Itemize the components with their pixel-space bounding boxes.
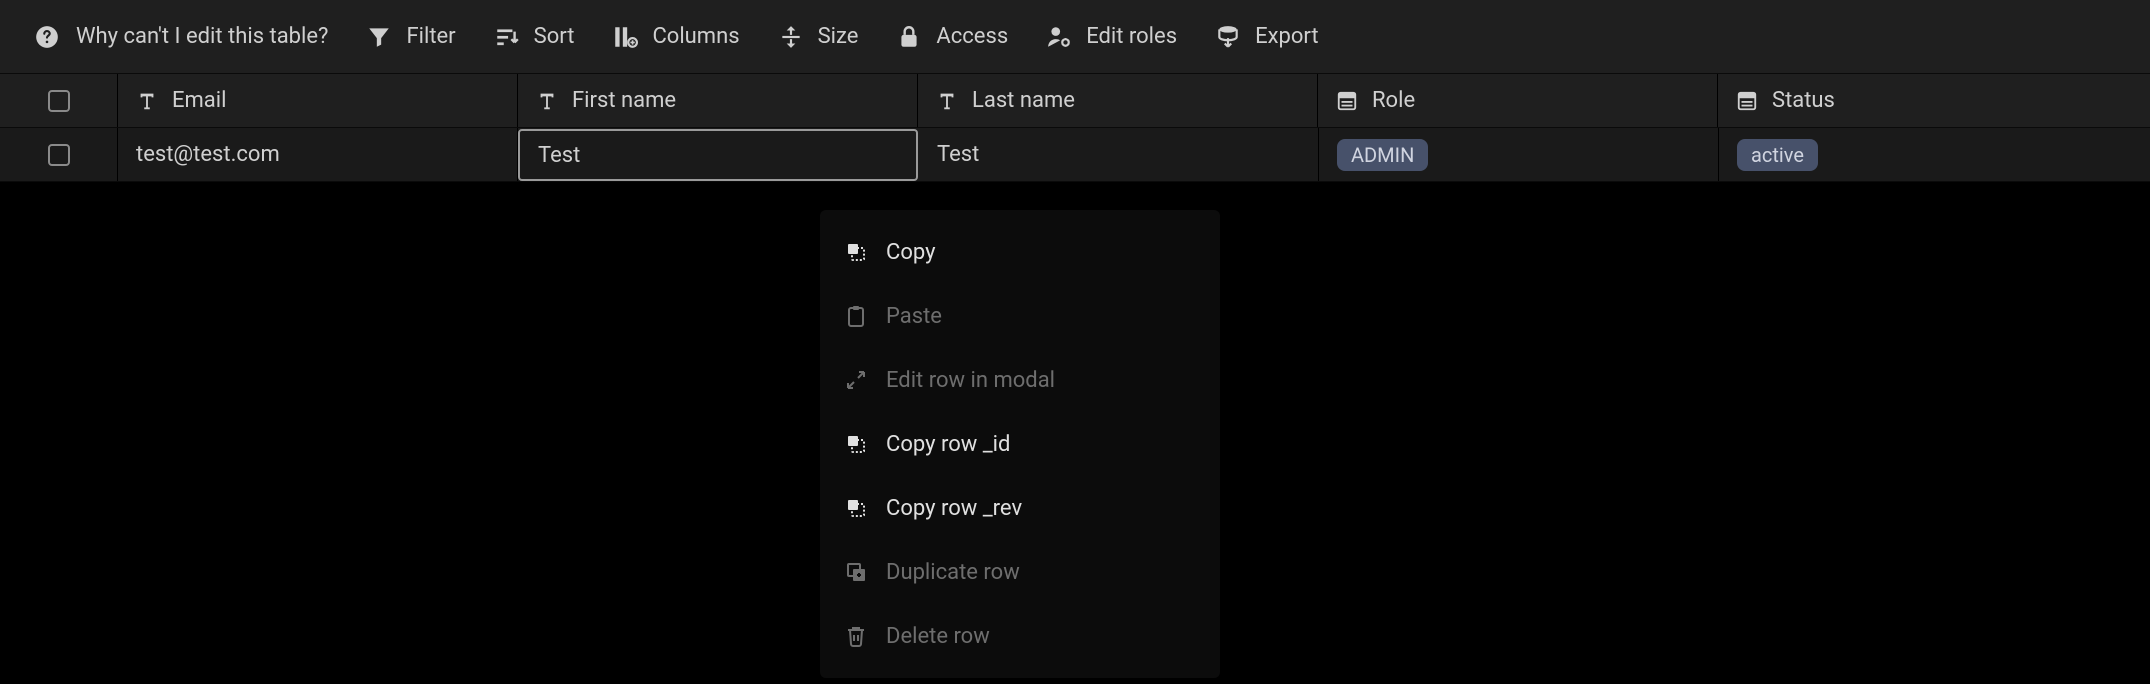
col-header-status[interactable]: Status xyxy=(1718,74,2150,127)
cell-last-name-value: Test xyxy=(937,142,979,167)
copy-icon xyxy=(844,432,868,456)
user-settings-icon xyxy=(1046,24,1072,50)
ctx-delete-label: Delete row xyxy=(886,624,990,649)
copy-icon xyxy=(844,496,868,520)
toolbar: Why can't I edit this table? Filter Sort… xyxy=(0,0,2150,74)
col-header-first-name[interactable]: First name xyxy=(518,74,918,127)
access-label: Access xyxy=(936,24,1008,49)
cell-email-value: test@test.com xyxy=(136,142,280,167)
ctx-paste: Paste xyxy=(820,284,1220,348)
ctx-copy-id-label: Copy row _id xyxy=(886,432,1010,457)
ctx-copy[interactable]: Copy xyxy=(820,220,1220,284)
ctx-copy-rev[interactable]: Copy row _rev xyxy=(820,476,1220,540)
col-header-role[interactable]: Role xyxy=(1318,74,1718,127)
access-button[interactable]: Access xyxy=(896,24,1008,50)
size-button[interactable]: Size xyxy=(778,24,859,50)
ctx-duplicate: Duplicate row xyxy=(820,540,1220,604)
ctx-edit-modal-label: Edit row in modal xyxy=(886,368,1055,393)
lock-icon xyxy=(896,24,922,50)
help-circle-icon xyxy=(34,24,60,50)
col-header-email-label: Email xyxy=(172,88,226,113)
row-checkbox[interactable] xyxy=(48,144,70,166)
col-header-last-name-label: Last name xyxy=(972,88,1075,113)
table-row[interactable]: test@test.com Test Test ADMIN active xyxy=(0,128,2150,182)
table-header-row: Email First name Last name Role xyxy=(0,74,2150,128)
cell-first-name-value: Test xyxy=(538,143,580,168)
cell-last-name[interactable]: Test xyxy=(919,128,1319,181)
ctx-copy-rev-label: Copy row _rev xyxy=(886,496,1022,521)
export-label: Export xyxy=(1255,24,1319,49)
ctx-edit-modal: Edit row in modal xyxy=(820,348,1220,412)
sort-icon xyxy=(494,24,520,50)
ctx-copy-id[interactable]: Copy row _id xyxy=(820,412,1220,476)
role-badge: ADMIN xyxy=(1337,139,1428,171)
edit-roles-label: Edit roles xyxy=(1086,24,1177,49)
cell-role[interactable]: ADMIN xyxy=(1319,128,1719,181)
copy-icon xyxy=(844,240,868,264)
filter-label: Filter xyxy=(406,24,455,49)
sort-label: Sort xyxy=(534,24,575,49)
context-menu: Copy Paste Edit row in modal Copy row _i… xyxy=(820,210,1220,678)
cell-email[interactable]: test@test.com xyxy=(118,128,518,181)
export-button[interactable]: Export xyxy=(1215,24,1319,50)
columns-label: Columns xyxy=(652,24,739,49)
col-header-status-label: Status xyxy=(1772,88,1835,113)
status-badge: active xyxy=(1737,139,1818,171)
select-all-cell[interactable] xyxy=(0,74,118,127)
columns-icon xyxy=(612,24,638,50)
clipboard-icon xyxy=(844,304,868,328)
row-select-cell[interactable] xyxy=(0,128,118,181)
export-icon xyxy=(1215,24,1241,50)
options-type-icon xyxy=(1736,90,1758,112)
sort-button[interactable]: Sort xyxy=(494,24,575,50)
duplicate-icon xyxy=(844,560,868,584)
text-type-icon xyxy=(936,90,958,112)
edit-help-label: Why can't I edit this table? xyxy=(76,24,328,49)
ctx-copy-label: Copy xyxy=(886,240,936,265)
cell-status[interactable]: active xyxy=(1719,128,2150,181)
edit-help-hint[interactable]: Why can't I edit this table? xyxy=(34,24,328,50)
ctx-duplicate-label: Duplicate row xyxy=(886,560,1020,585)
data-table: Email First name Last name Role xyxy=(0,74,2150,182)
col-header-first-name-label: First name xyxy=(572,88,676,113)
size-icon xyxy=(778,24,804,50)
col-header-email[interactable]: Email xyxy=(118,74,518,127)
edit-roles-button[interactable]: Edit roles xyxy=(1046,24,1177,50)
columns-button[interactable]: Columns xyxy=(612,24,739,50)
expand-icon xyxy=(844,368,868,392)
size-label: Size xyxy=(818,24,859,49)
text-type-icon xyxy=(136,90,158,112)
col-header-role-label: Role xyxy=(1372,88,1415,113)
select-all-checkbox[interactable] xyxy=(48,90,70,112)
options-type-icon xyxy=(1336,90,1358,112)
cell-first-name[interactable]: Test xyxy=(518,129,918,181)
ctx-paste-label: Paste xyxy=(886,304,942,329)
ctx-delete: Delete row xyxy=(820,604,1220,668)
trash-icon xyxy=(844,624,868,648)
filter-button[interactable]: Filter xyxy=(366,24,455,50)
col-header-last-name[interactable]: Last name xyxy=(918,74,1318,127)
text-type-icon xyxy=(536,90,558,112)
filter-icon xyxy=(366,24,392,50)
